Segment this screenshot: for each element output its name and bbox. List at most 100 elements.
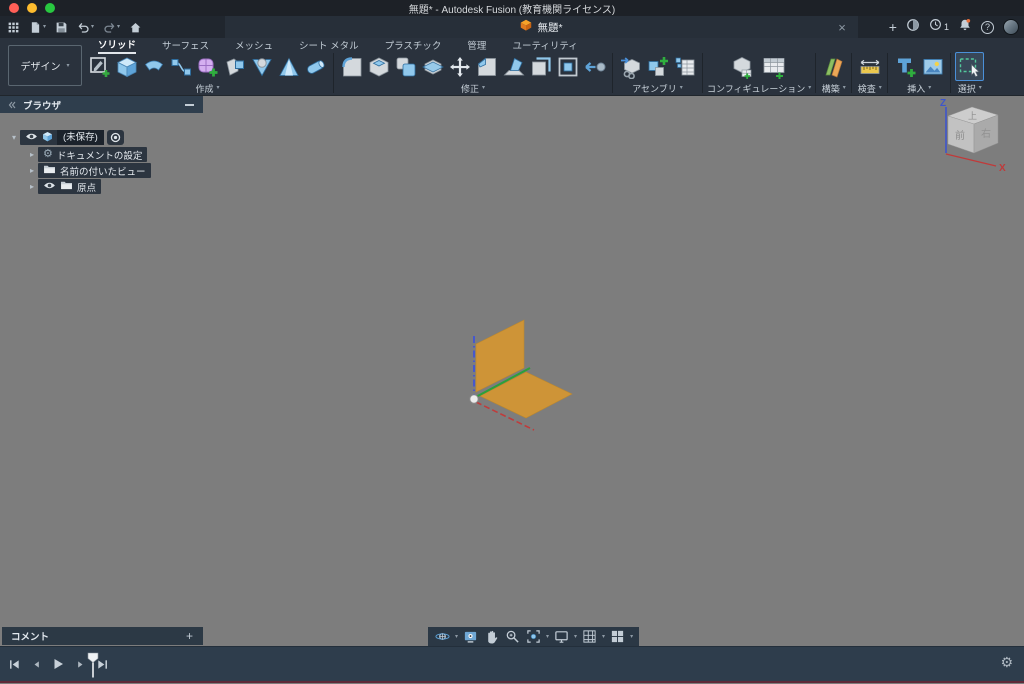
extensions-icon[interactable] — [906, 18, 920, 37]
group-label-inspect[interactable]: 検査▾ — [858, 82, 882, 94]
pipe-icon[interactable] — [302, 53, 329, 80]
close-window-button[interactable] — [9, 3, 19, 13]
browser-root-row[interactable]: ▾ (未保存) — [8, 130, 124, 145]
viewcube[interactable]: Z 上 前 右 X — [932, 97, 1020, 194]
notifications-bell-icon[interactable] — [958, 18, 972, 37]
home-icon[interactable] — [126, 17, 145, 37]
fit-icon[interactable] — [525, 628, 542, 645]
origin-point[interactable] — [470, 395, 478, 403]
select-icon[interactable] — [956, 53, 983, 80]
construction-plane-icon[interactable] — [820, 53, 847, 80]
add-comment-icon[interactable] — [186, 630, 193, 642]
step-forward-icon[interactable] — [73, 657, 87, 671]
collapsed-caret-icon[interactable]: ▸ — [26, 163, 38, 178]
coil-icon[interactable] — [248, 53, 275, 80]
rib-icon[interactable] — [275, 53, 302, 80]
divider — [950, 53, 951, 93]
avatar[interactable] — [1003, 19, 1019, 35]
extrude-icon[interactable] — [113, 53, 140, 80]
loft-icon[interactable] — [221, 53, 248, 80]
new-tab-icon[interactable] — [889, 20, 897, 34]
replace-face-icon[interactable] — [554, 53, 581, 80]
visibility-eye-icon[interactable] — [43, 181, 56, 193]
help-icon[interactable] — [981, 21, 994, 34]
undo-icon[interactable]: ▾ — [74, 17, 97, 37]
go-to-start-icon[interactable] — [7, 657, 21, 671]
new-component-icon[interactable] — [644, 53, 671, 80]
offset-face-icon[interactable] — [527, 53, 554, 80]
insert-component-icon[interactable] — [617, 53, 644, 80]
grid-and-snaps-icon[interactable] — [581, 628, 598, 645]
timeline-settings-gear-icon[interactable] — [1000, 655, 1013, 669]
bom-table-icon[interactable] — [671, 53, 698, 80]
chevron-down-icon[interactable]: ▾ — [630, 633, 633, 640]
zoom-icon[interactable] — [504, 628, 521, 645]
workspace-label: デザイン — [20, 58, 60, 73]
minimize-panel-icon[interactable] — [185, 104, 194, 106]
file-menu-icon[interactable]: ▾ — [26, 17, 49, 37]
chevron-down-icon: ▾ — [928, 85, 931, 91]
orbit-icon[interactable] — [434, 628, 451, 645]
expand-caret-icon[interactable]: ▾ — [8, 130, 20, 145]
save-icon[interactable] — [52, 17, 71, 37]
group-label-select[interactable]: 選択▾ — [958, 82, 982, 94]
display-settings-icon[interactable] — [553, 628, 570, 645]
move-copy-icon[interactable] — [446, 53, 473, 80]
workspace-selector[interactable]: デザイン ▾ — [8, 45, 82, 86]
create-form-icon[interactable] — [194, 53, 221, 80]
chevron-down-icon[interactable]: ▾ — [602, 633, 605, 640]
chevron-down-icon[interactable]: ▾ — [574, 633, 577, 640]
configuration-icon[interactable] — [727, 53, 759, 80]
measure-icon[interactable] — [856, 53, 883, 80]
group-label-construct[interactable]: 構築▾ — [822, 82, 846, 94]
collapsed-caret-icon[interactable]: ▸ — [26, 179, 38, 194]
split-body-icon[interactable] — [419, 53, 446, 80]
combine-icon[interactable] — [392, 53, 419, 80]
pan-hand-icon[interactable] — [483, 628, 500, 645]
viewports-icon[interactable] — [609, 628, 626, 645]
chevron-down-icon[interactable]: ▾ — [546, 633, 549, 640]
chevron-down-icon[interactable]: ▾ — [455, 633, 458, 640]
job-status[interactable]: 1 — [929, 18, 949, 36]
collapsed-caret-icon[interactable]: ▸ — [26, 147, 38, 162]
minimize-window-button[interactable] — [27, 3, 37, 13]
browser-panel-header[interactable]: ブラウザ — [0, 96, 203, 113]
browser-item-origin[interactable]: ▸ 原点 — [26, 179, 101, 194]
viewcube-right-label: 右 — [981, 127, 991, 140]
comments-panel[interactable]: コメント — [2, 627, 203, 645]
chamfer-icon[interactable] — [473, 53, 500, 80]
origin-planes[interactable] — [430, 310, 580, 445]
configuration-table-icon[interactable] — [759, 53, 791, 80]
revolve-icon[interactable] — [140, 53, 167, 80]
group-create: 作成▾ — [86, 51, 329, 94]
draft-icon[interactable] — [500, 53, 527, 80]
zoom-window-button[interactable] — [45, 3, 55, 13]
step-back-icon[interactable] — [29, 657, 43, 671]
group-label-configure[interactable]: コンフィギュレーション▾ — [707, 82, 811, 94]
browser-item-document-settings[interactable]: ▸ ドキュメントの設定 — [26, 147, 147, 162]
create-sketch-icon[interactable] — [86, 53, 113, 80]
close-tab-icon[interactable] — [834, 18, 850, 36]
group-label-assemble[interactable]: アセンブリ▾ — [632, 82, 683, 94]
document-tab[interactable]: 無題* — [225, 16, 858, 38]
press-pull-icon[interactable] — [581, 53, 608, 80]
timeline-marker[interactable] — [86, 652, 100, 684]
visibility-eye-icon[interactable] — [25, 132, 38, 144]
root-document-label[interactable]: (未保存) — [57, 130, 104, 145]
activate-radio-icon[interactable] — [107, 130, 124, 145]
data-panel-grid-icon[interactable] — [4, 17, 23, 37]
group-label-create[interactable]: 作成▾ — [195, 82, 219, 94]
shell-icon[interactable] — [365, 53, 392, 80]
browser-item-named-views[interactable]: ▸ 名前の付いたビュー — [26, 163, 151, 178]
canvas-icon[interactable] — [919, 53, 946, 80]
look-at-icon[interactable] — [462, 628, 479, 645]
group-label-modify[interactable]: 修正▾ — [461, 82, 485, 94]
fillet-icon[interactable] — [338, 53, 365, 80]
sweep-icon[interactable] — [167, 53, 194, 80]
play-icon[interactable] — [51, 657, 65, 671]
appbar: ▾ ▾ ▾ 無題* 1 — [0, 16, 1024, 38]
group-label-insert[interactable]: 挿入▾ — [907, 82, 931, 94]
decal-icon[interactable] — [892, 53, 919, 80]
collapse-panel-icon[interactable] — [7, 100, 17, 110]
redo-icon[interactable]: ▾ — [100, 17, 123, 37]
